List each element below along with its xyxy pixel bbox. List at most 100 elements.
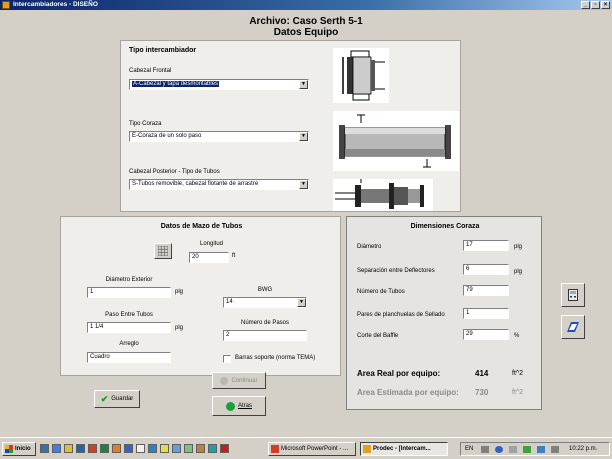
chevron-down-icon[interactable]: ▼ <box>299 180 308 189</box>
chevron-down-icon[interactable]: ▼ <box>299 80 308 89</box>
pasos-input[interactable]: 2 <box>223 330 307 341</box>
app-shortcut-icon[interactable] <box>184 444 193 453</box>
paso-unit: plg <box>175 325 184 331</box>
paso-label: Paso Entre Tubos <box>105 312 153 318</box>
guardar-button[interactable]: ✔ Guardar <box>94 390 140 408</box>
bwg-select[interactable]: 14 ▼ <box>223 297 307 308</box>
barras-checkbox[interactable] <box>223 355 231 363</box>
cabezal-frontal-select[interactable]: A-Cabezal y tapa desmontables ▼ <box>129 79 309 90</box>
mazo-tubos-panel: Datos de Mazo de Tubos Longitud 20 ft Di… <box>60 216 341 376</box>
close-button[interactable]: × <box>601 1 610 9</box>
app-shortcut-icon[interactable] <box>124 444 133 453</box>
task2-label: Prodec - [Intercam... <box>373 446 431 452</box>
title-bar: Intercambiadores - DISEÑO _ ▫ × <box>0 0 612 10</box>
help-icon[interactable] <box>495 446 503 453</box>
app-shortcut-icon[interactable] <box>196 444 205 453</box>
minimize-button[interactable]: _ <box>581 1 590 9</box>
pares-input[interactable]: 1 <box>463 308 509 319</box>
chevron-down-icon[interactable]: ▼ <box>297 298 306 307</box>
cabezal-posterior-value: S-Tubos removible, cabezal flotante de a… <box>132 181 259 187</box>
cabezal-posterior-label: Cabezal Posterior - Tipo de Tubos <box>129 169 220 175</box>
app-icon <box>2 1 10 9</box>
clear-button[interactable] <box>561 315 585 339</box>
area-estimada-unit: ft^2 <box>512 389 524 396</box>
separacion-input[interactable]: 6 <box>463 264 509 275</box>
volume-icon[interactable] <box>551 446 559 453</box>
tray-icon[interactable] <box>523 446 531 453</box>
area-real-value: 414 <box>475 369 489 378</box>
dimensiones-coraza-panel: Dimensiones Coraza Diámetro 17 plg Separ… <box>346 216 542 410</box>
app-shortcut-icon[interactable] <box>112 444 121 453</box>
start-button[interactable]: Inicio <box>2 442 36 456</box>
diametro-exterior-input[interactable]: 1 <box>87 287 171 298</box>
desktop-icon[interactable] <box>40 444 49 453</box>
cabezal-posterior-select[interactable]: S-Tubos removible, cabezal flotante de a… <box>129 179 309 190</box>
ie-icon[interactable] <box>52 444 61 453</box>
windows-logo-icon <box>5 445 13 453</box>
arreglo-label: Arreglo <box>119 341 139 347</box>
file-header: Archivo: Caso Serth 5-1 <box>0 16 612 27</box>
diametro-exterior-unit: plg <box>175 289 184 295</box>
taskbar-item-prodec[interactable]: Prodec - [Intercam... <box>360 442 448 456</box>
bwg-label: BWG <box>257 287 273 293</box>
client-area: Archivo: Caso Serth 5-1 Datos Equipo Tip… <box>0 10 612 437</box>
app-shortcut-icon[interactable] <box>148 444 157 453</box>
diametro-input[interactable]: 17 <box>463 240 509 251</box>
atras-button[interactable]: Atras <box>212 396 266 416</box>
continuar-button[interactable]: Continuar <box>212 372 266 389</box>
task1-label: Microsoft PowerPoint - ... <box>281 446 349 452</box>
chevron-down-icon[interactable]: ▼ <box>299 132 308 141</box>
system-tray: EN 10:22 p.m. <box>460 442 610 456</box>
cabezal-frontal-value: A-Cabezal y tapa desmontables <box>132 81 220 87</box>
app-shortcut-icon[interactable] <box>136 444 145 453</box>
longitud-unit: ft <box>232 253 236 259</box>
tipo-coraza-select[interactable]: E-Coraza de un solo paso ▼ <box>129 131 309 142</box>
app-icon <box>363 445 371 453</box>
grid-button[interactable] <box>154 243 172 259</box>
folder-icon[interactable] <box>64 444 73 453</box>
tray-icon[interactable] <box>481 446 489 453</box>
calculator-button[interactable] <box>561 283 585 307</box>
acrobat-icon[interactable] <box>220 444 229 453</box>
calculator-icon <box>568 289 578 301</box>
arreglo-input[interactable]: Cuadro <box>87 352 171 363</box>
powerpoint-icon <box>271 445 279 453</box>
area-real-label: Area Real por equipo: <box>357 369 441 378</box>
powerpoint-icon[interactable] <box>88 444 97 453</box>
word-icon[interactable] <box>76 444 85 453</box>
arrow-left-icon <box>225 401 235 411</box>
guardar-label: Guardar <box>111 396 134 402</box>
bwg-value: 14 <box>226 299 233 305</box>
start-label: Inicio <box>15 446 31 452</box>
taskbar-item-powerpoint[interactable]: Microsoft PowerPoint - ... <box>268 442 356 456</box>
pares-label: Pares de planchuelas de Sellado <box>357 312 445 318</box>
diametro-unit: plg <box>514 244 523 250</box>
mazo-title: Datos de Mazo de Tubos <box>160 223 243 230</box>
cabezal-frontal-image <box>333 48 389 103</box>
checkmark-icon: ✔ <box>100 393 109 404</box>
longitud-input[interactable]: 20 <box>189 252 229 263</box>
app-shortcut-icon[interactable] <box>208 444 217 453</box>
tipo-coraza-value: E-Coraza de un solo paso <box>132 133 202 139</box>
language-indicator[interactable]: EN <box>465 446 473 452</box>
app-shortcut-icon[interactable] <box>172 444 181 453</box>
clock: 10:22 p.m. <box>569 446 598 452</box>
maximize-button[interactable]: ▫ <box>591 1 600 9</box>
taskbar: Inicio Microsoft PowerPoint - ... Prodec… <box>0 437 612 459</box>
tray-icon[interactable] <box>537 446 545 453</box>
corte-input[interactable]: 29 <box>463 329 509 340</box>
separacion-label: Separación entre Deflectores <box>357 268 435 274</box>
atras-label: Atras <box>237 403 252 409</box>
diametro-label: Diámetro <box>357 244 382 250</box>
separacion-unit: plg <box>514 269 523 275</box>
continuar-label: Continuar <box>231 377 258 384</box>
tray-icon[interactable] <box>509 446 517 453</box>
area-real-unit: ft^2 <box>512 370 524 377</box>
num-tubos-input[interactable]: 79 <box>463 285 509 296</box>
num-tubos-label: Número de Tubos <box>357 289 405 295</box>
excel-icon[interactable] <box>100 444 109 453</box>
tipo-coraza-label: Tipo Coraza <box>129 121 162 127</box>
paso-input[interactable]: 1 1/4 <box>87 322 171 333</box>
app-shortcut-icon[interactable] <box>160 444 169 453</box>
tipo-coraza-image <box>333 111 459 171</box>
